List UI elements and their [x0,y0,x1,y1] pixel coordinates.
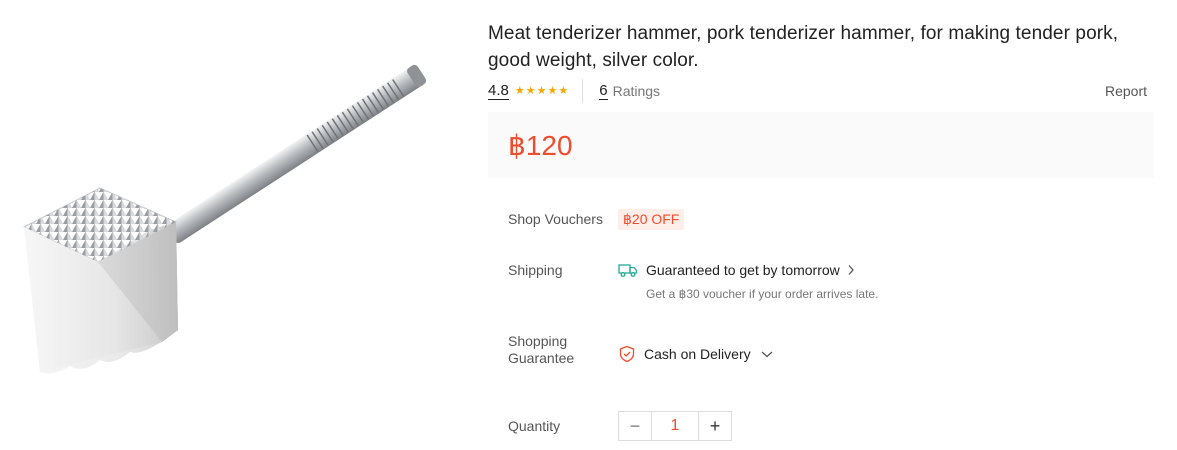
product-image[interactable] [0,0,470,450]
shipping-headline-row[interactable]: Guaranteed to get by tomorrow [618,262,878,278]
shipping-subtext: Get a ฿30 voucher if your order arrives … [646,287,879,301]
shield-icon [619,345,635,363]
quantity-increment-button[interactable]: + [699,412,731,440]
meat-tenderizer-image [22,64,427,374]
guarantee-label: Shopping Guarantee [508,333,618,367]
guarantee-label-line1: Shopping [508,333,568,349]
shipping-label: Shipping [508,262,563,278]
quantity-stepper: − 1 + [618,411,732,441]
chevron-right-icon [848,265,854,275]
vouchers-label: Shop Vouchers [508,211,603,227]
quantity-row: Quantity − 1 + [508,411,732,441]
vouchers-row: Shop Vouchers ฿20 OFF [508,209,685,230]
guarantee-row: Shopping Guarantee Cash on Delivery [508,333,774,367]
voucher-tag[interactable]: ฿20 OFF [618,209,685,230]
shipping-details: Guaranteed to get by tomorrow Get a ฿30 … [618,262,878,301]
shipping-row: Shipping Guaranteed to get by tomorrow G… [508,262,878,301]
chevron-down-icon [761,351,773,358]
truck-icon [618,264,638,277]
quantity-decrement-button[interactable]: − [619,412,651,440]
guarantee-value: Cash on Delivery [644,346,751,362]
shipping-headline: Guaranteed to get by tomorrow [646,262,840,278]
guarantee-label-line2: Guarantee [508,350,575,366]
guarantee-value-row[interactable]: Cash on Delivery [618,341,774,367]
details-section: Shop Vouchers ฿20 OFF Shipping Guarantee… [488,0,1154,450]
quantity-input[interactable]: 1 [651,412,699,440]
quantity-label: Quantity [508,417,561,434]
